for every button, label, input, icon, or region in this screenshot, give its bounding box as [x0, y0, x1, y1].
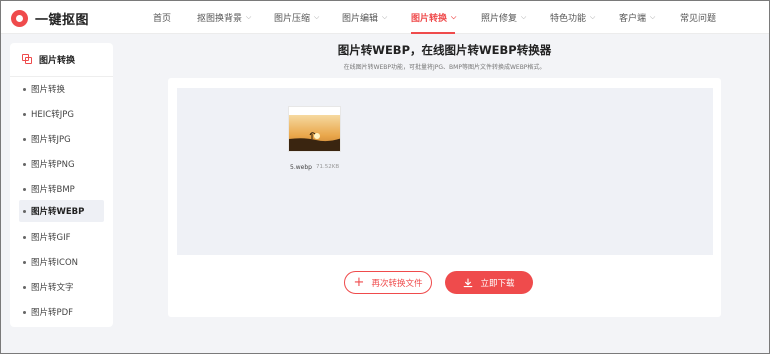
- sidebar-item-label: 图片转PNG: [31, 160, 75, 170]
- bullet-icon: [23, 163, 26, 166]
- nav-item-compress[interactable]: 图片压缩 ⌵: [274, 11, 319, 24]
- sidebar-header: 图片转换: [10, 43, 113, 77]
- nav-label: 抠图换背景: [197, 14, 243, 24]
- nav-label: 常见问题: [680, 14, 717, 24]
- chevron-down-icon: ⌵: [590, 13, 596, 21]
- nav-item-features[interactable]: 特色功能 ⌵: [550, 11, 595, 24]
- sidebar-item-to-png[interactable]: 图片转PNG: [19, 153, 104, 175]
- sidebar-item-to-text[interactable]: 图片转文字: [19, 276, 104, 298]
- sidebar-item-to-bmp[interactable]: 图片转BMP: [19, 178, 104, 200]
- nav-label: 图片压缩: [274, 14, 311, 24]
- download-label: 立即下载: [480, 278, 515, 289]
- nav-item-convert[interactable]: 图片转换 ⌵: [411, 11, 456, 24]
- bullet-icon: [23, 311, 26, 314]
- chevron-down-icon: ⌵: [246, 13, 252, 21]
- file-dropzone[interactable]: [177, 88, 713, 255]
- file-card[interactable]: 5.webp 71.52KB: [288, 106, 341, 173]
- sidebar-item-to-icon[interactable]: 图片转ICON: [19, 251, 104, 273]
- sidebar-item-label: HEIC转JPG: [31, 110, 74, 120]
- chevron-down-icon: ⌵: [451, 13, 457, 21]
- sidebar-item-label: 图片转换: [31, 85, 66, 95]
- sidebar-item-label: 图片转PDF: [31, 308, 74, 318]
- sidebar-item-label: 图片转BMP: [31, 185, 75, 195]
- nav-item-faq[interactable]: 常见问题: [680, 11, 716, 24]
- main-nav: 首页 抠图换背景 ⌵ 图片压缩 ⌵ 图片编辑 ⌵ 图片转换 ⌵ 照片修复 ⌵ 特色功能 ⌵ …: [1, 1, 769, 34]
- nav-item-edit[interactable]: 图片编辑 ⌵: [342, 11, 387, 24]
- bullet-icon: [23, 286, 26, 289]
- sunset-thumbnail-image: [289, 115, 340, 151]
- top-navbar: 一键抠图 首页 抠图换背景 ⌵ 图片压缩 ⌵ 图片编辑 ⌵ 图片转换 ⌵ 照片修复 ⌵ 特…: [1, 1, 769, 34]
- nav-label: 客户端: [619, 14, 647, 24]
- sidebar-item-label: 图片转ICON: [31, 258, 78, 268]
- bullet-icon: [23, 188, 26, 191]
- sidebar-item-to-gif[interactable]: 图片转GIF: [19, 226, 104, 248]
- sidebar-item-to-pdf[interactable]: 图片转PDF: [19, 301, 104, 323]
- sidebar-item-image-convert[interactable]: 图片转换: [19, 78, 104, 100]
- convert-again-label: 再次转换文件: [371, 278, 423, 289]
- nav-label: 图片转换: [411, 14, 448, 24]
- sidebar-item-to-webp[interactable]: 图片转WEBP: [19, 200, 104, 222]
- sidebar-item-to-jpg[interactable]: 图片转JPG: [19, 128, 104, 150]
- plus-icon: +: [353, 275, 365, 290]
- page-title: 图片转WEBP，在线图片转WEBP转换器: [337, 43, 552, 57]
- bullet-icon: [23, 138, 26, 141]
- bullet-icon: [23, 113, 26, 116]
- active-nav-indicator: [411, 32, 455, 34]
- file-size: 71.52KB: [316, 164, 340, 170]
- sidebar-item-label: 图片转JPG: [31, 135, 71, 145]
- convert-again-button[interactable]: + 再次转换文件: [344, 271, 432, 294]
- sidebar-title: 图片转换: [39, 56, 76, 66]
- chevron-down-icon: ⌵: [314, 13, 320, 21]
- sidebar-item-label: 图片转WEBP: [31, 207, 85, 217]
- nav-label: 首页: [153, 14, 172, 24]
- nav-item-home[interactable]: 首页: [153, 11, 171, 24]
- bullet-icon: [23, 88, 26, 91]
- sidebar: 图片转换 图片转换 HEIC转JPG 图片转JPG 图片转PNG 图片转BMP …: [10, 43, 113, 327]
- nav-item-client[interactable]: 客户端 ⌵: [619, 11, 655, 24]
- bullet-icon: [23, 236, 26, 239]
- sidebar-item-label: 图片转文字: [31, 283, 74, 293]
- bullet-icon: [23, 261, 26, 264]
- nav-item-restore[interactable]: 照片修复 ⌵: [481, 11, 526, 24]
- bullet-icon: [23, 210, 26, 213]
- download-icon: [464, 277, 473, 287]
- nav-item-cutout[interactable]: 抠图换背景 ⌵: [197, 11, 251, 24]
- chevron-down-icon: ⌵: [521, 13, 527, 21]
- file-thumbnail: [288, 106, 341, 152]
- chevron-down-icon: ⌵: [382, 13, 388, 21]
- convert-icon: [22, 54, 33, 65]
- sidebar-item-heic-to-jpg[interactable]: HEIC转JPG: [19, 103, 104, 125]
- chevron-down-icon: ⌵: [650, 13, 656, 21]
- nav-label: 图片编辑: [342, 14, 379, 24]
- page-subtitle: 在线图片转WEBP功能，可批量将JPG、BMP等图片文件转换成WEBP格式。: [343, 64, 546, 71]
- download-button[interactable]: 立即下载: [445, 271, 533, 294]
- file-name: 5.webp: [290, 164, 312, 171]
- sidebar-item-label: 图片转GIF: [31, 233, 71, 243]
- nav-label: 照片修复: [481, 14, 518, 24]
- nav-label: 特色功能: [550, 14, 587, 24]
